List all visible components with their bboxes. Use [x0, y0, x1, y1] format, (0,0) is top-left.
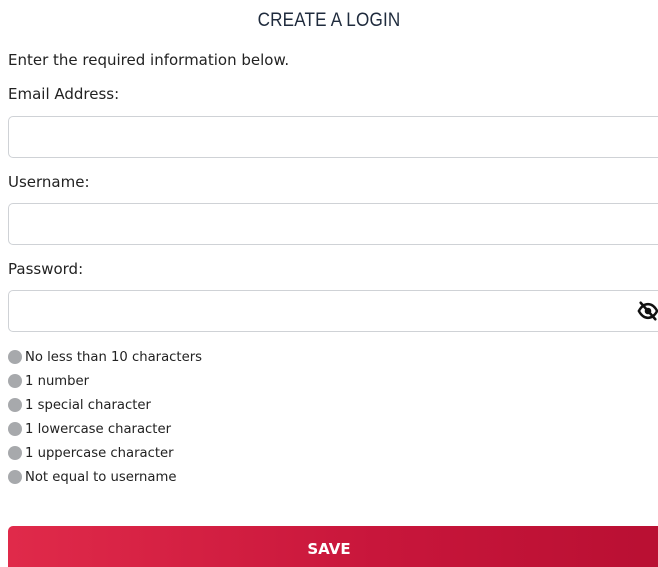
password-field[interactable] [9, 291, 629, 331]
username-field[interactable] [9, 204, 629, 244]
password-rule-item: 1 uppercase character [8, 441, 202, 465]
username-label: Username: [8, 173, 90, 191]
email-label: Email Address: [8, 85, 120, 103]
password-field-box [8, 290, 658, 332]
rule-text: 1 lowercase character [25, 421, 172, 437]
password-rule-item: 1 special character [8, 393, 202, 417]
rule-text: Not equal to username [25, 469, 177, 485]
rule-status-dot-icon [8, 398, 22, 412]
rule-text: No less than 10 characters [25, 349, 202, 365]
email-field[interactable] [9, 117, 629, 157]
intro-text: Enter the required information below. [8, 51, 290, 69]
create-login-page: CREATE A LOGIN Enter the required inform… [0, 0, 658, 567]
password-rule-item: Not equal to username [8, 465, 202, 489]
rule-status-dot-icon [8, 374, 22, 388]
password-rules-list: No less than 10 characters 1 number 1 spec… [8, 345, 202, 489]
page-title: CREATE A LOGIN [257, 10, 401, 31]
password-rule-item: No less than 10 characters [8, 345, 202, 369]
email-field-box [8, 116, 658, 158]
rule-status-dot-icon [8, 470, 22, 484]
password-label: Password: [8, 260, 84, 278]
eye-slash-icon[interactable] [637, 300, 658, 322]
username-field-box [8, 203, 658, 245]
rule-status-dot-icon [8, 422, 22, 436]
password-rule-item: 1 number [8, 369, 202, 393]
rule-text: 1 special character [25, 397, 151, 413]
rule-status-dot-icon [8, 446, 22, 460]
rule-text: 1 uppercase character [25, 445, 174, 461]
save-button-label: SAVE [307, 540, 351, 558]
rule-text: 1 number [25, 373, 90, 389]
rule-status-dot-icon [8, 350, 22, 364]
save-button[interactable]: SAVE [8, 526, 658, 567]
password-rule-item: 1 lowercase character [8, 417, 202, 441]
